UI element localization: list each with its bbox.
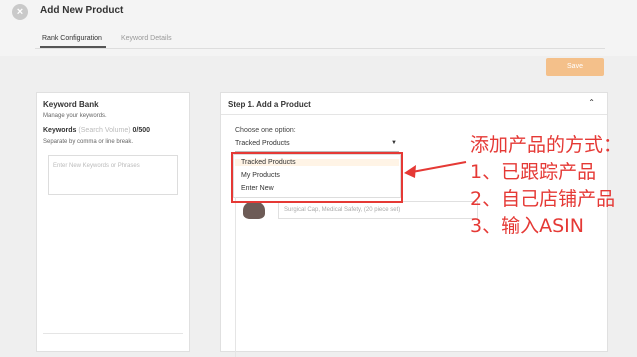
tab-keyword-details[interactable]: Keyword Details	[121, 35, 172, 42]
option-select[interactable]: Tracked Products ▼	[235, 140, 399, 152]
close-icon[interactable]: ×	[12, 4, 28, 20]
separator-hint: Separate by comma or line break.	[43, 139, 134, 145]
save-button[interactable]: Save	[546, 58, 604, 76]
caret-down-icon: ▼	[391, 140, 397, 146]
divider	[43, 333, 183, 334]
tab-rank-configuration[interactable]: Rank Configuration	[42, 35, 102, 42]
annotation-line-1: 1、已跟踪产品	[470, 161, 597, 183]
top-bar: × Add New Product Rank Configuration Key…	[0, 0, 637, 56]
keyword-count: 0/500	[132, 127, 151, 134]
choose-option-label: Choose one option:	[235, 127, 296, 134]
option-select-value: Tracked Products	[235, 140, 290, 147]
annotation-line-title: 添加产品的方式：	[470, 134, 623, 156]
keyword-bank-title: Keyword Bank	[43, 100, 99, 109]
annotation-line-3: 3、输入ASIN	[470, 215, 584, 237]
chevron-up-icon[interactable]: ⌃	[588, 98, 595, 107]
product-field[interactable]: Surgical Cap, Medical Safety, (20 piece …	[278, 201, 478, 219]
page-title: Add New Product	[40, 5, 124, 16]
keyword-bank-panel: Keyword Bank Manage your keywords. Keywo…	[36, 92, 190, 352]
step1-title: Step 1. Add a Product	[228, 100, 311, 109]
search-volume-label: (Search Volume)	[78, 127, 131, 134]
product-area	[235, 197, 485, 357]
annotation-line-2: 2、自己店铺产品	[470, 188, 616, 210]
keyword-input[interactable]: Enter New Keywords or Phrases	[48, 155, 178, 195]
arrow-icon	[404, 161, 467, 178]
keywords-label-row: Keywords (Search Volume) 0/500	[43, 127, 150, 134]
keywords-label: Keywords	[43, 127, 77, 134]
annotation-text: 添加产品的方式： 1、已跟踪产品 2、自己店铺产品 3、输入ASIN	[470, 132, 635, 240]
highlight-box	[231, 152, 403, 203]
tab-divider	[35, 48, 605, 49]
product-thumbnail	[243, 201, 265, 219]
keyword-bank-subtitle: Manage your keywords.	[43, 113, 107, 119]
step1-header[interactable]: Step 1. Add a Product ⌃	[221, 93, 607, 115]
